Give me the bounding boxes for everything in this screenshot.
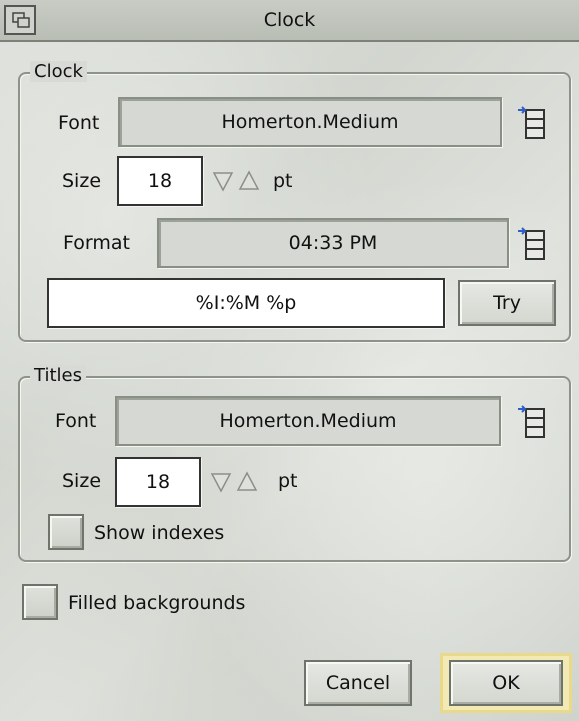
clock-format-preview: 04:33 PM xyxy=(157,218,509,268)
clock-format-string-input[interactable]: %I:%M %p xyxy=(47,278,445,328)
titles-font-display: Homerton.Medium xyxy=(115,396,501,446)
titles-group-label: Titles xyxy=(30,365,86,386)
clock-format-menu-icon[interactable] xyxy=(517,225,547,261)
clock-group-label: Clock xyxy=(30,61,87,82)
titles-font-label: Font xyxy=(55,410,97,432)
clock-font-label: Font xyxy=(58,112,100,134)
show-indexes-checkbox[interactable] xyxy=(48,514,84,550)
clock-font-display: Homerton.Medium xyxy=(118,97,502,147)
show-indexes-label[interactable]: Show indexes xyxy=(94,522,224,544)
titles-font-menu-icon[interactable] xyxy=(517,403,547,439)
clock-size-unit: pt xyxy=(273,170,293,192)
titles-size-input[interactable]: 18 xyxy=(115,457,201,507)
titles-size-increment-icon[interactable] xyxy=(236,471,258,493)
filled-backgrounds-checkbox[interactable] xyxy=(22,584,58,620)
clock-font-menu-icon[interactable] xyxy=(517,104,547,140)
filled-backgrounds-label[interactable]: Filled backgrounds xyxy=(68,592,245,614)
clock-dialog-window: Clock Clock Font Homerton.Medium Size 18… xyxy=(0,0,579,721)
ok-button[interactable]: OK xyxy=(449,660,563,706)
clock-size-increment-icon[interactable] xyxy=(238,170,260,192)
titles-size-decrement-icon[interactable] xyxy=(210,471,232,493)
titles-size-label: Size xyxy=(62,470,102,492)
titles-size-unit: pt xyxy=(278,470,298,492)
try-button[interactable]: Try xyxy=(458,280,556,326)
clock-size-input[interactable]: 18 xyxy=(117,156,203,206)
clock-size-label: Size xyxy=(62,170,102,192)
cancel-button[interactable]: Cancel xyxy=(304,660,412,706)
clock-size-decrement-icon[interactable] xyxy=(212,170,234,192)
title-bar[interactable]: Clock xyxy=(0,0,579,42)
window-title: Clock xyxy=(263,9,316,31)
clock-format-label: Format xyxy=(63,232,130,254)
